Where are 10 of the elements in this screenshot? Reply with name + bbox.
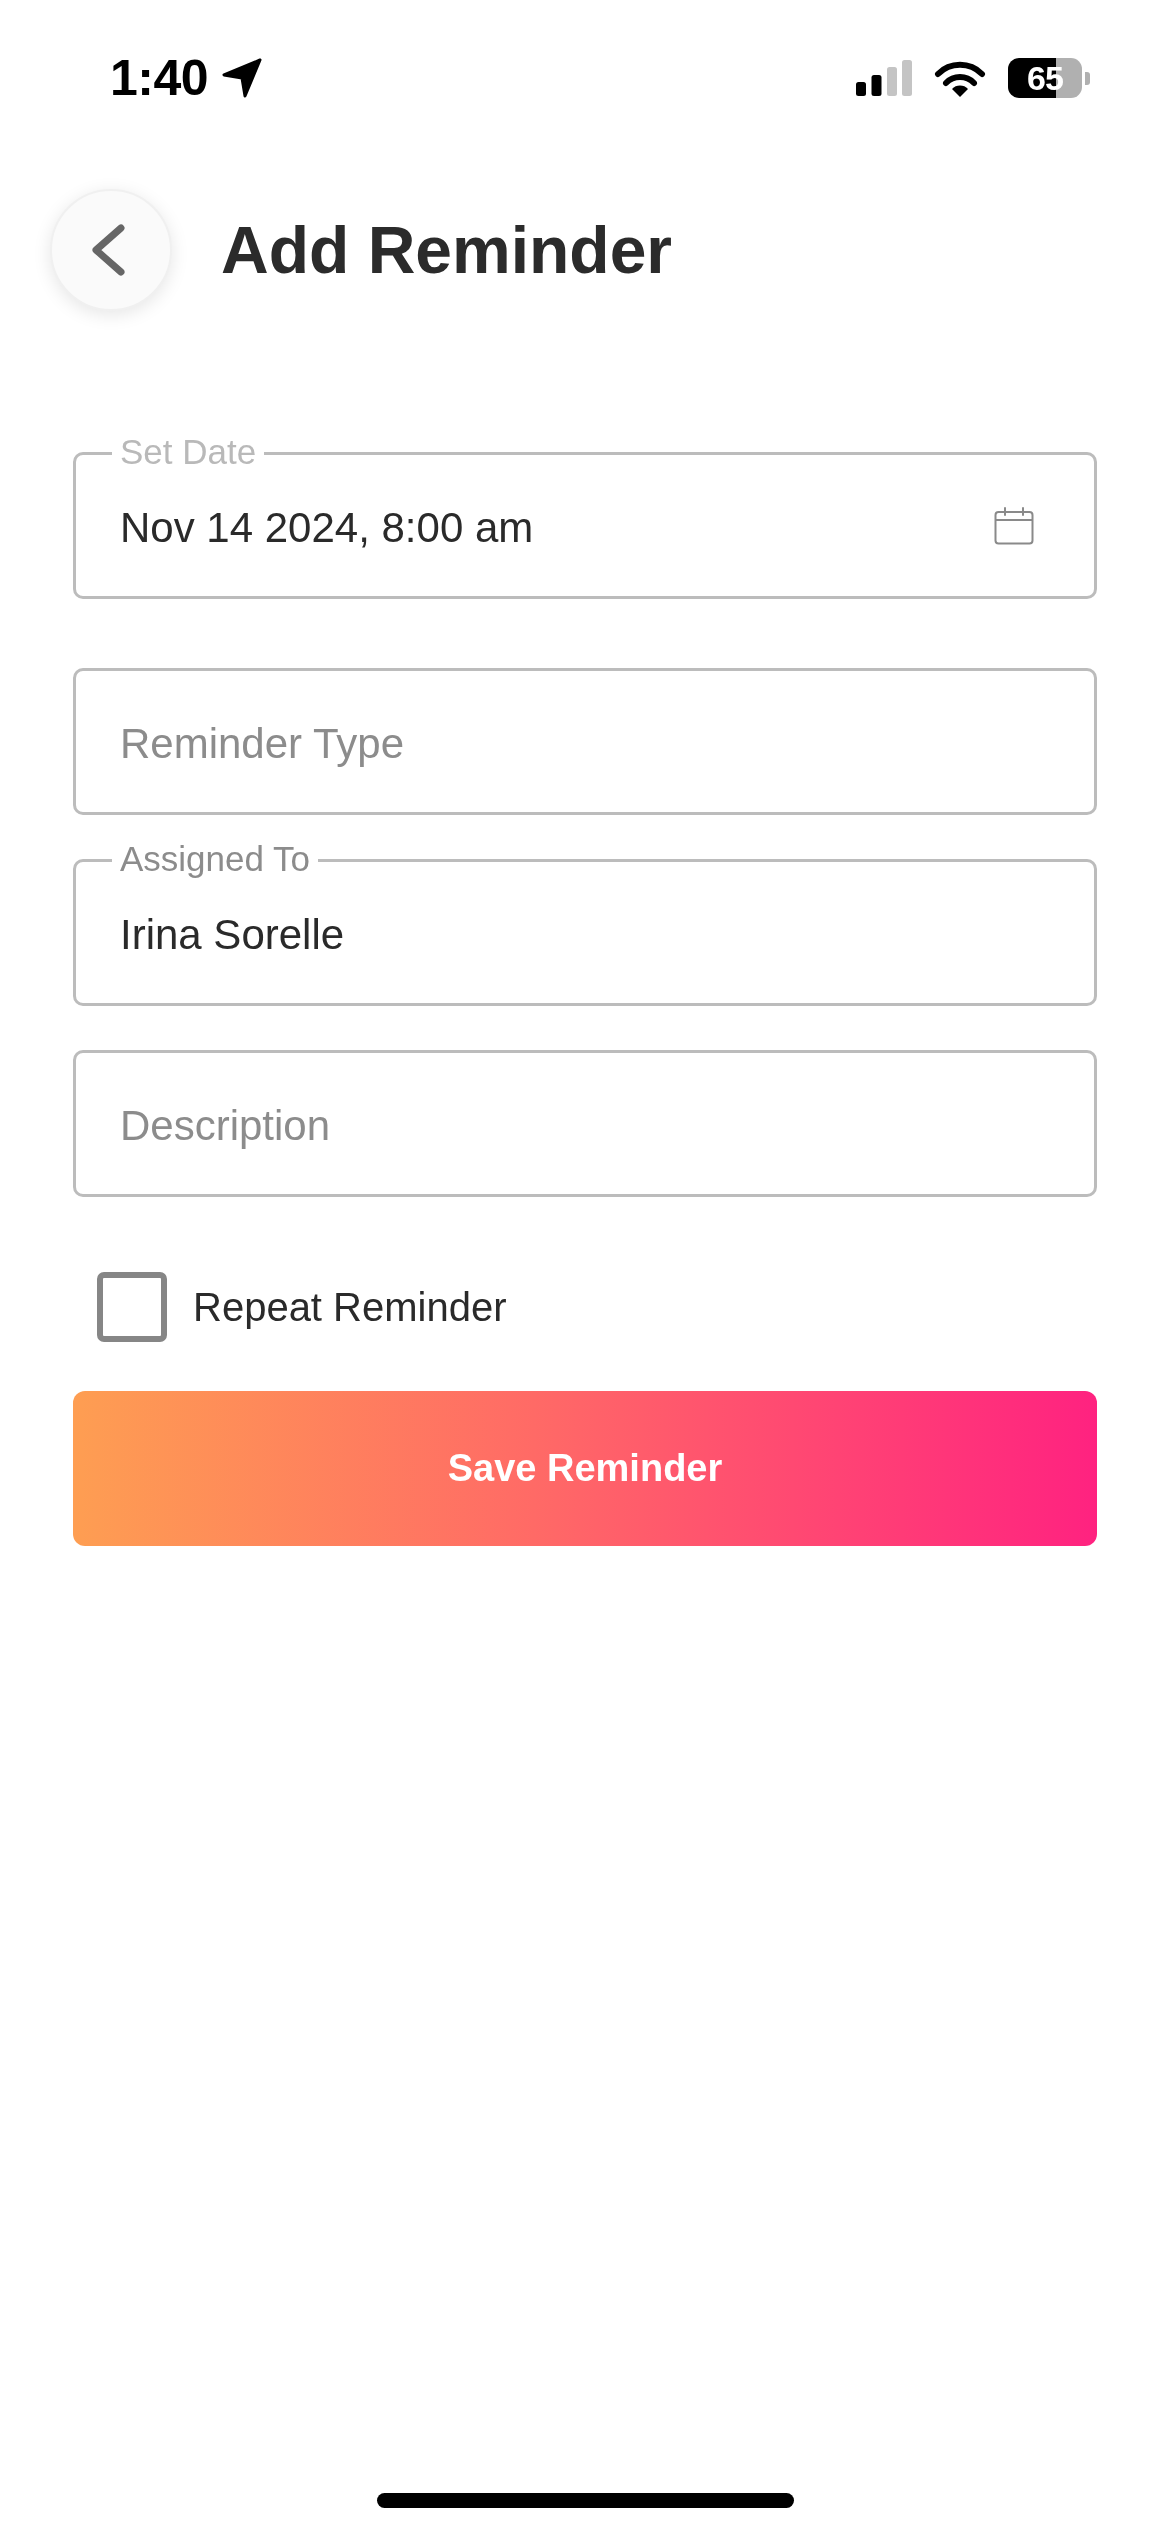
calendar-icon[interactable] bbox=[994, 506, 1034, 545]
checkbox[interactable] bbox=[97, 1272, 167, 1342]
location-arrow-icon bbox=[222, 58, 263, 98]
field-label: Assigned To bbox=[112, 842, 319, 876]
chevron-left-icon bbox=[90, 223, 126, 277]
signal-icon bbox=[856, 60, 912, 96]
checkbox-label[interactable]: Repeat Reminder bbox=[193, 1284, 507, 1330]
wifi-icon bbox=[934, 59, 986, 97]
status-time: 1:40 bbox=[110, 53, 209, 103]
screen-title: Add Reminder bbox=[221, 213, 673, 287]
